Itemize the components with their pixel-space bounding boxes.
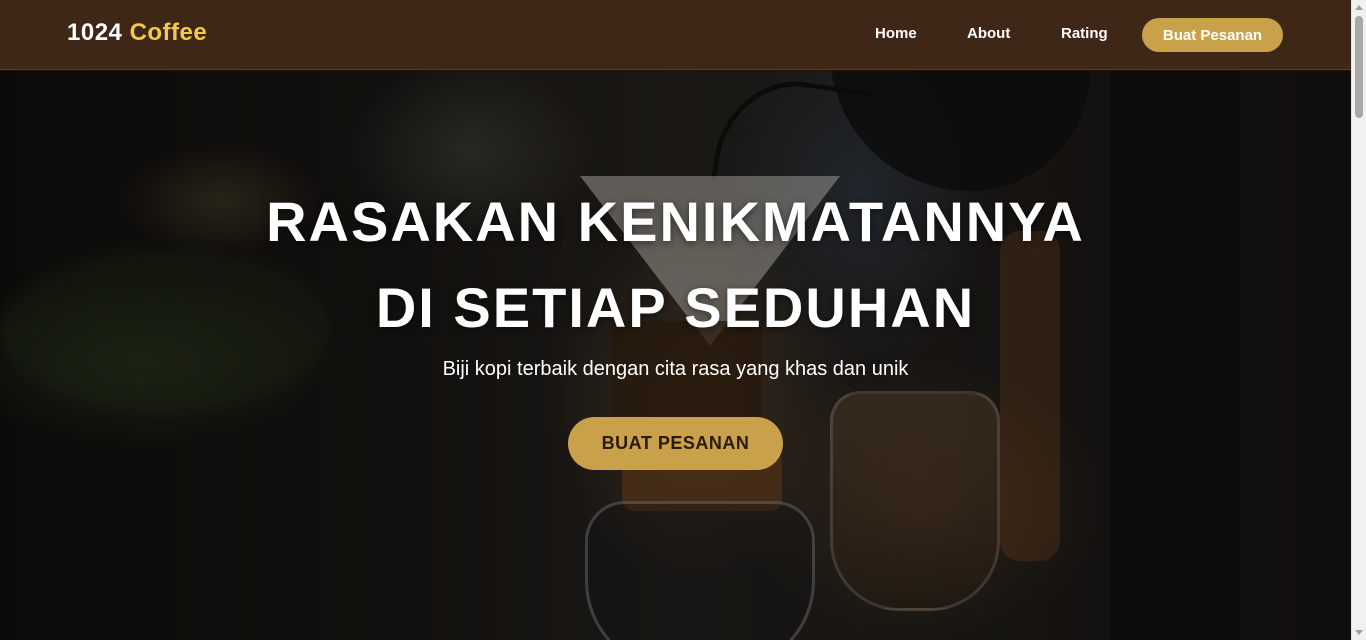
brand-logo[interactable]: 1024 Coffee	[67, 19, 207, 47]
brand-accent: Coffee	[129, 19, 208, 46]
scroll-up-icon[interactable]	[1355, 5, 1363, 10]
scroll-down-icon[interactable]	[1355, 630, 1363, 635]
hero-content: RASAKAN KENIKMATANNYA DI SETIAP SEDUHAN …	[0, 71, 1351, 640]
brand-name: 1024	[67, 19, 123, 46]
scrollbar-thumb[interactable]	[1355, 16, 1363, 118]
hero-title-line1: RASAKAN KENIKMATANNYA	[266, 190, 1085, 253]
navbar: 1024 Coffee Home About Rating Buat Pesan…	[0, 0, 1351, 70]
nav-link-home[interactable]: Home	[875, 25, 917, 42]
vertical-scrollbar[interactable]	[1351, 0, 1366, 640]
hero-title-line2: DI SETIAP SEDUHAN	[375, 276, 976, 339]
hero-subtitle: Biji kopi terbaik dengan cita rasa yang …	[442, 358, 909, 380]
hero-section: RASAKAN KENIKMATANNYA DI SETIAP SEDUHAN …	[0, 71, 1351, 640]
nav-link-about[interactable]: About	[967, 25, 1010, 42]
hero-order-button[interactable]: BUAT PESANAN	[568, 417, 783, 470]
nav-link-rating[interactable]: Rating	[1061, 25, 1108, 42]
nav-order-button[interactable]: Buat Pesanan	[1142, 18, 1283, 52]
hero-title: RASAKAN KENIKMATANNYA DI SETIAP SEDUHAN	[0, 179, 1351, 351]
